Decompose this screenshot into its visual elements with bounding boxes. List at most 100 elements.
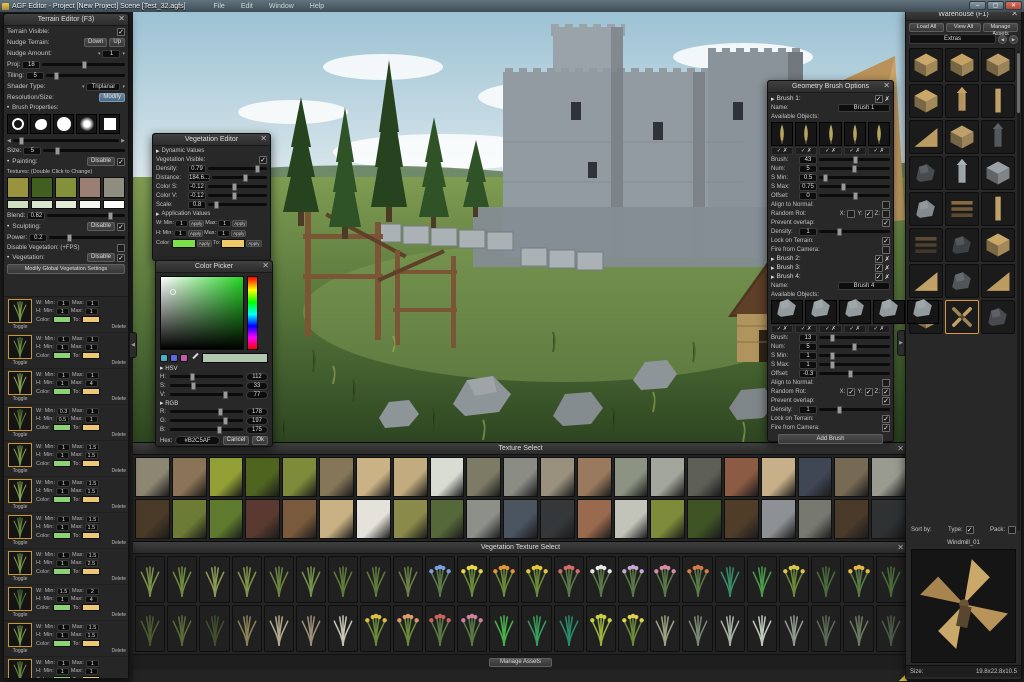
vegetation-texture-swatch[interactable]: [393, 605, 423, 652]
slider-knob[interactable]: [82, 61, 87, 69]
blend-texture-swatch[interactable]: [55, 200, 77, 209]
apply-button[interactable]: Apply: [246, 240, 261, 247]
value-field[interactable]: 197: [246, 417, 268, 425]
value-field[interactable]: 1: [85, 668, 98, 675]
object-thumbnail[interactable]: [771, 122, 793, 146]
disable-vegetation-checkbox[interactable]: [117, 244, 125, 252]
painting-disable-button[interactable]: Disable: [87, 157, 115, 166]
close-icon[interactable]: ✕: [897, 543, 904, 552]
object-check-toggle[interactable]: ✓ ✗: [844, 147, 866, 155]
value-field[interactable]: 1.5: [86, 516, 99, 523]
texture-swatch[interactable]: [798, 499, 833, 539]
view-all-button[interactable]: View All: [946, 23, 981, 32]
power-value[interactable]: 0.2: [29, 234, 47, 242]
value-field[interactable]: 175: [246, 426, 268, 434]
vegetation-texture-swatch[interactable]: [135, 556, 165, 603]
slider-knob[interactable]: [217, 426, 222, 434]
blend-texture-swatch[interactable]: [31, 200, 53, 209]
color-swatch[interactable]: [53, 316, 71, 323]
asset-thumbnail[interactable]: [909, 192, 943, 226]
blend-slider[interactable]: [47, 214, 125, 217]
align-to-normal-checkbox[interactable]: [882, 201, 890, 209]
vegetation-texture-swatch[interactable]: [425, 605, 455, 652]
slider-knob[interactable]: [837, 228, 842, 236]
vegetation-texture-swatch[interactable]: [747, 556, 777, 603]
value-field[interactable]: 0.5: [56, 416, 69, 423]
slider-knob[interactable]: [853, 156, 858, 164]
asset-thumbnail[interactable]: [909, 228, 943, 262]
vegetation-texture-swatch[interactable]: [843, 605, 873, 652]
slider[interactable]: [819, 336, 890, 339]
value-field[interactable]: -0.3: [799, 370, 817, 378]
slider[interactable]: [170, 410, 243, 413]
value-field[interactable]: 1: [56, 560, 69, 567]
value-field[interactable]: 1.5: [85, 632, 98, 639]
asset-thumbnail[interactable]: [981, 120, 1015, 154]
brush-name-field[interactable]: Brush 1: [838, 104, 890, 112]
paint-texture-swatch[interactable]: [79, 177, 101, 198]
vegetation-texture-swatch[interactable]: [586, 605, 616, 652]
value-field[interactable]: 0.8: [188, 201, 206, 209]
to-color-swatch[interactable]: [82, 424, 100, 431]
object-thumbnail[interactable]: [771, 300, 803, 324]
proj-slider[interactable]: [42, 63, 125, 66]
slider[interactable]: [819, 185, 890, 188]
value-field[interactable]: 13: [799, 334, 817, 342]
value-field[interactable]: 1: [57, 624, 70, 631]
sculpting-checkbox[interactable]: ✓: [117, 223, 125, 231]
value-field[interactable]: 1: [799, 361, 817, 369]
color-swatch[interactable]: [53, 388, 71, 395]
asset-thumbnail[interactable]: [945, 120, 979, 154]
vegetation-texture-swatch[interactable]: [296, 556, 326, 603]
asset-thumbnail[interactable]: [945, 264, 979, 298]
slider-knob[interactable]: [837, 406, 842, 414]
object-check-toggle[interactable]: ✓ ✗: [795, 147, 817, 155]
brush-enable-checkbox[interactable]: ✓: [875, 255, 883, 263]
color-swatch[interactable]: [172, 239, 196, 248]
vegetation-texture-swatch[interactable]: [393, 556, 423, 603]
color-swatch[interactable]: [53, 568, 71, 575]
slider[interactable]: [170, 375, 243, 378]
color-swatch[interactable]: [53, 640, 71, 647]
menu-help[interactable]: Help: [310, 3, 324, 10]
value-field[interactable]: 1: [57, 372, 70, 379]
brush-header[interactable]: ▸Brush 4:✓✗: [768, 272, 893, 281]
value-field[interactable]: 1: [86, 408, 99, 415]
value-field[interactable]: 33: [246, 382, 268, 390]
vegetation-texture-swatch[interactable]: [715, 605, 745, 652]
toggle-button[interactable]: Toggle: [13, 612, 28, 618]
lock-on-terrain-checkbox[interactable]: ✓: [882, 237, 890, 245]
brush-square[interactable]: [99, 114, 120, 134]
toggle-button[interactable]: Toggle: [13, 396, 28, 402]
slider[interactable]: [819, 176, 890, 179]
texture-swatch[interactable]: [577, 457, 612, 497]
menu-edit[interactable]: Edit: [241, 3, 253, 10]
color-picker-header[interactable]: Color Picker ✕: [156, 261, 272, 273]
texture-swatch[interactable]: [834, 499, 869, 539]
size-value[interactable]: 5: [23, 147, 41, 155]
nudge-up-button[interactable]: Up: [109, 38, 125, 47]
value-field[interactable]: -0.12: [188, 183, 206, 191]
brush-ring[interactable]: [7, 114, 28, 134]
slider[interactable]: [819, 230, 890, 233]
brush-circle[interactable]: [53, 114, 74, 134]
value-field[interactable]: 1: [56, 488, 69, 495]
value-field[interactable]: 1: [86, 372, 99, 379]
slider-knob[interactable]: [852, 343, 857, 351]
vegetation-texture-swatch[interactable]: [650, 556, 680, 603]
value-field[interactable]: 1: [57, 336, 70, 343]
texture-swatch[interactable]: [356, 499, 391, 539]
brush-soft-circle[interactable]: [76, 114, 97, 134]
vegetation-texture-swatch[interactable]: [876, 556, 906, 603]
object-check-toggle[interactable]: ✓ ✗: [771, 147, 793, 155]
add-brush-button[interactable]: Add Brush: [778, 434, 883, 444]
to-color-swatch[interactable]: [82, 568, 100, 575]
slider[interactable]: [170, 419, 243, 422]
texture-swatch[interactable]: [245, 499, 280, 539]
axis-checkbox[interactable]: ✓: [865, 210, 873, 218]
asset-thumbnail[interactable]: [981, 192, 1015, 226]
asset-thumbnail[interactable]: [909, 120, 943, 154]
toggle-button[interactable]: Toggle: [13, 360, 28, 366]
toggle-button[interactable]: Toggle: [13, 324, 28, 330]
vegetation-texture-swatch[interactable]: [843, 556, 873, 603]
